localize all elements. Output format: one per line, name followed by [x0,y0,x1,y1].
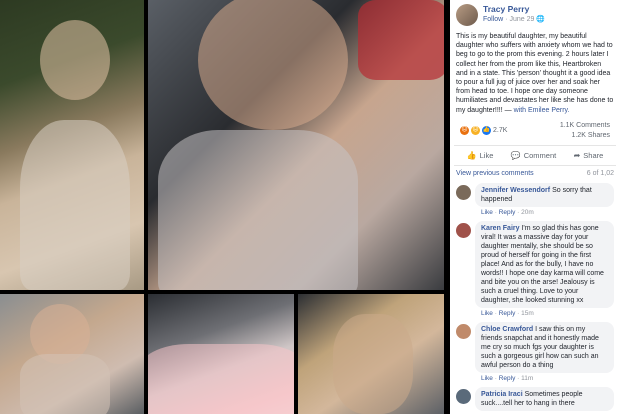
angry-icon: ☹ [460,126,469,136]
comment-reply-link[interactable]: Reply [499,209,516,216]
comment-footer: Like · Reply · 11m [481,374,534,382]
post-date[interactable]: June 29 [509,16,534,23]
comments-header: View previous comments 6 of 1,02 [450,166,620,181]
comment-time[interactable]: 15m [521,310,534,317]
comment-like-link[interactable]: Like [481,310,493,317]
photo-grid [0,0,450,414]
view-previous-comments-link[interactable]: View previous comments [456,170,534,177]
share-arrow-icon: ➦ [573,150,581,160]
avatar[interactable] [456,323,471,339]
comment-footer: Like · Reply · 15m [481,309,534,317]
comment-footer: Like · Reply · 20m [481,208,534,216]
tagged-user-link[interactable]: with Emilee Perry. [514,107,570,114]
post-sidebar: Tracy Perry Follow · June 29 🌐 This is m… [450,0,620,414]
share-count[interactable]: 1.2K Shares [560,131,610,141]
photo-girl-seated-in-car[interactable] [0,294,144,414]
photo-pink-dress-skirt[interactable] [148,294,294,414]
comment-reply-link[interactable]: Reply [499,375,516,382]
globe-icon: 🌐 [536,16,546,23]
avatar[interactable] [456,4,478,26]
comment-reply-link[interactable]: Reply [499,310,516,317]
comment-item: Chloe Crawford I saw this on my friends … [450,320,620,385]
commenter-name[interactable]: Chloe Crawford [481,326,533,333]
comment-item: Karen Fairy I'm so glad this has gone vi… [450,219,620,320]
comment-count[interactable]: 1.1K Comments [560,121,610,131]
commenter-name[interactable]: Karen Fairy [481,225,520,232]
sad-icon: ☹ [471,126,480,136]
photo-dress-back[interactable] [298,294,444,414]
commenter-name[interactable]: Patricia Iraci [481,391,523,398]
photo-girl-in-car-crying[interactable] [148,0,444,290]
like-button[interactable]: 👍 Like [467,151,494,160]
share-button[interactable]: ➦ Share [574,151,604,160]
comments-shown-count: 6 of 1,02 [586,169,614,177]
reaction-summary[interactable]: ☹ ☹ 👍 2.7K [460,121,507,141]
post-header: Tracy Perry Follow · June 29 🌐 [450,0,620,30]
post-text: This is my beautiful daughter, my beauti… [456,33,614,114]
comment-time[interactable]: 20m [521,209,534,216]
thumbs-up-icon: 👍 [466,150,477,160]
post-author[interactable]: Tracy Perry [483,4,545,14]
comment-item: Patricia Iraci Sometimes people suck....… [450,385,620,412]
commenter-name[interactable]: Jennifer Wessendorf [481,187,550,194]
photo-girl-standing-in-gown[interactable] [0,0,144,290]
comment-like-link[interactable]: Like [481,209,493,216]
comment-time[interactable]: 11m [521,375,533,382]
post-meta: Follow · June 29 🌐 [483,16,546,23]
avatar[interactable] [456,388,471,404]
post-actions: 👍 Like 💬 Comment ➦ Share [454,146,616,166]
comment-item: Jennifer Wessendorf So sorry that happen… [450,181,620,219]
like-icon: 👍 [482,126,491,136]
speech-bubble-icon: 💬 [510,150,521,160]
comment-text: I'm so glad this has gone viral! It was … [481,224,604,304]
reaction-count: 2.7K [493,127,508,135]
avatar[interactable] [456,222,471,238]
comment-like-link[interactable]: Like [481,375,493,382]
avatar[interactable] [456,184,471,200]
reactions-bar: ☹ ☹ 👍 2.7K 1.1K Comments 1.2K Shares [454,117,616,146]
comment-button[interactable]: 💬 Comment [511,151,556,160]
follow-link[interactable]: Follow [483,16,503,23]
